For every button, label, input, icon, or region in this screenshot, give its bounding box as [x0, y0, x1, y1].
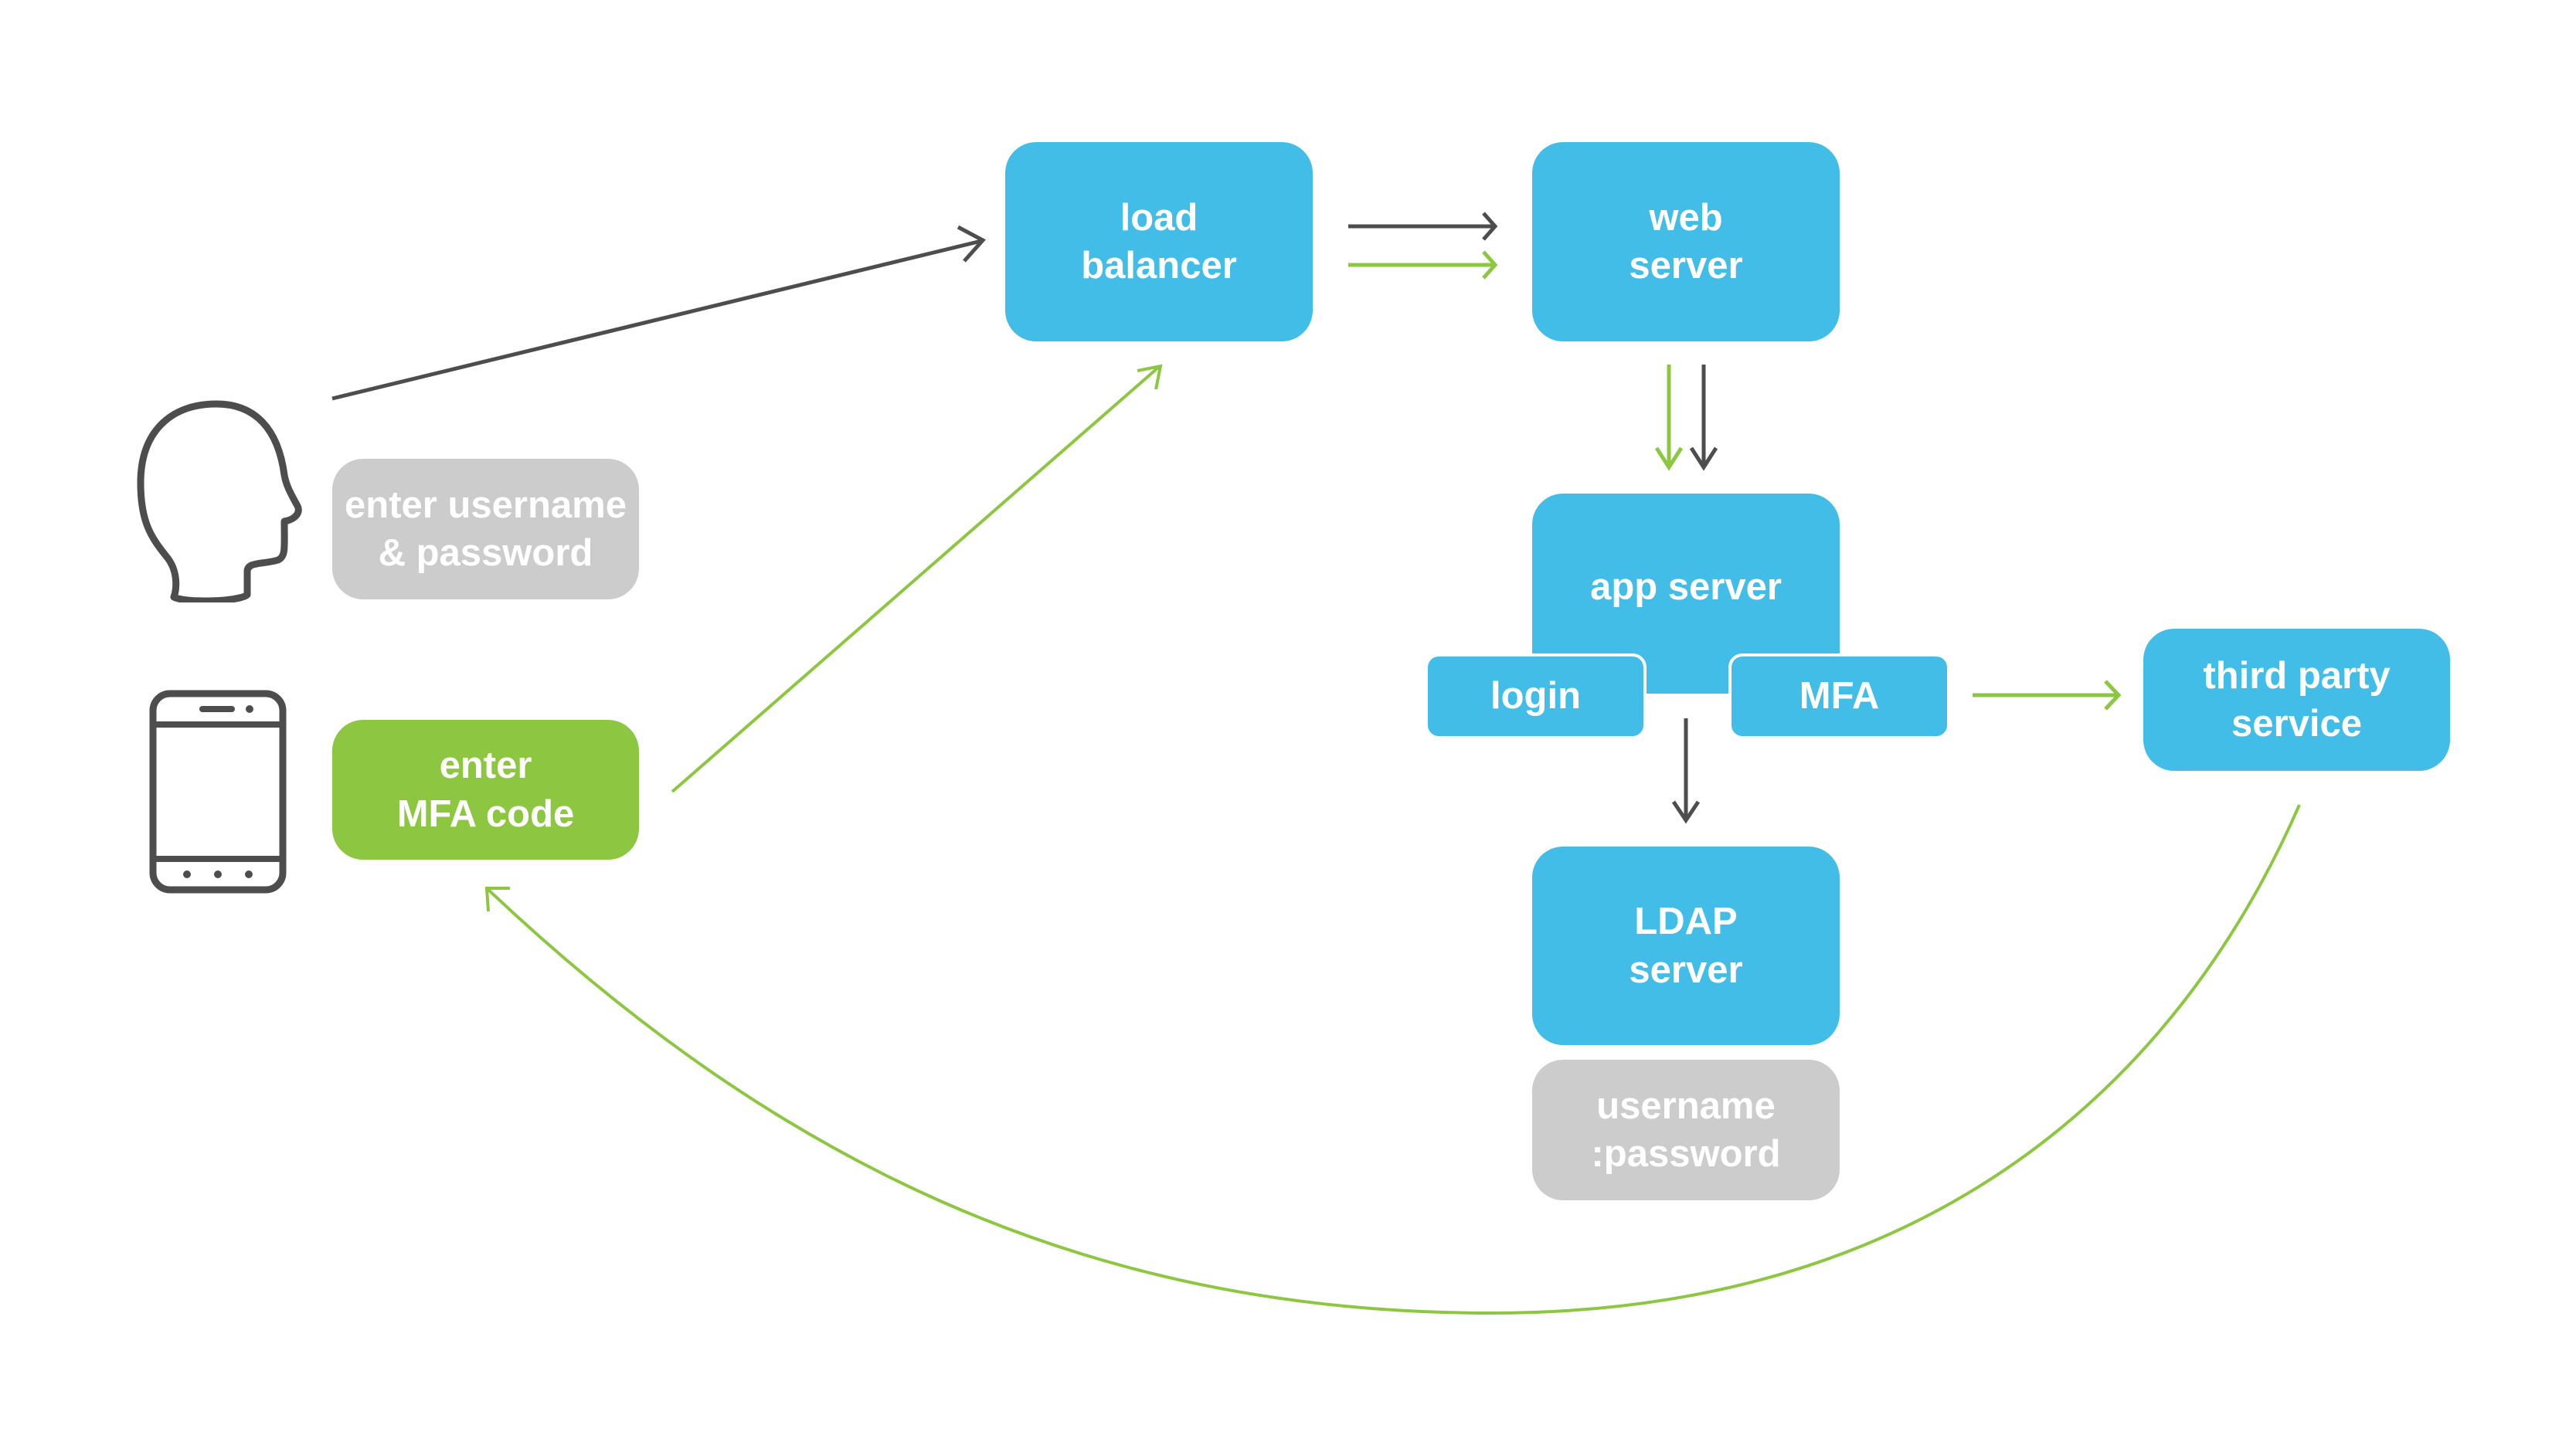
node-label: third party	[2203, 654, 2391, 697]
note-line: username	[1596, 1084, 1776, 1127]
note-line: :password	[1591, 1133, 1781, 1175]
node-label: server	[1629, 245, 1743, 287]
user-head-icon	[137, 400, 302, 602]
edge-app-to-ldap	[1671, 718, 1701, 824]
smartphone-icon	[149, 690, 287, 894]
web-server-node: web server	[1532, 142, 1840, 341]
node-label: service	[2231, 703, 2362, 745]
note-line: & password	[378, 532, 593, 574]
node-label: MFA	[1799, 675, 1880, 718]
note-line: MFA code	[396, 792, 575, 835]
node-label: server	[1629, 948, 1743, 991]
edge-web-to-app-dark	[1689, 365, 1718, 471]
node-label: LDAP	[1634, 901, 1738, 943]
node-label: app server	[1590, 566, 1782, 608]
edge-mfa-code-to-load-balancer	[671, 364, 1163, 793]
node-label: web	[1649, 196, 1723, 239]
login-module: login	[1425, 653, 1647, 739]
note-enter-username-password: enter username & password	[332, 459, 639, 599]
load-balancer-node: load balancer	[1005, 142, 1313, 341]
note-enter-mfa-code: enter MFA code	[332, 720, 639, 860]
edge-lb-to-web-dark	[1348, 212, 1498, 241]
note-line: enter	[439, 745, 532, 787]
edge-third-party-to-mfa-code	[484, 804, 2301, 1315]
node-label: login	[1490, 675, 1582, 718]
third-party-service-node: third party service	[2143, 629, 2450, 771]
edge-mfa-to-third-party	[1973, 680, 2122, 711]
node-label: load	[1120, 196, 1198, 239]
credentials-store-note: username :password	[1532, 1060, 1840, 1200]
edge-web-to-app-green	[1654, 365, 1684, 471]
ldap-server-node: LDAP server	[1532, 847, 1840, 1045]
note-line: enter username	[345, 484, 627, 526]
edge-lb-to-web-green	[1348, 250, 1498, 280]
mfa-module: MFA	[1728, 653, 1950, 739]
edge-user-to-load-balancer	[331, 225, 986, 401]
node-label: balancer	[1081, 245, 1237, 287]
